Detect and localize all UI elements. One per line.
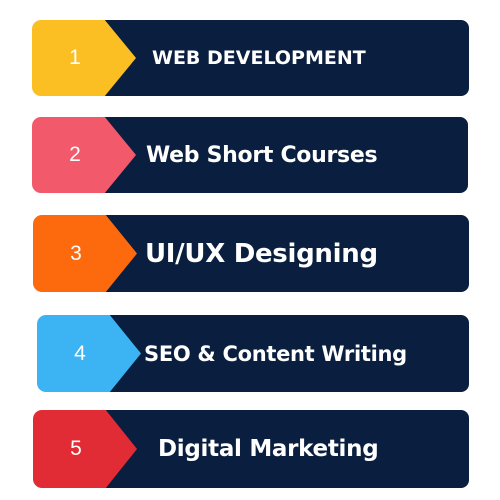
item-label: Digital Marketing — [158, 436, 379, 462]
item-label: WEB DEVELOPMENT — [152, 47, 366, 69]
item-number: 2 — [69, 143, 81, 166]
list-item-ui-ux-designing: 3 UI/UX Designing — [33, 215, 469, 292]
list-item-web-development: 1 WEB DEVELOPMENT — [32, 20, 469, 96]
item-label: UI/UX Designing — [145, 238, 378, 269]
item-number: 3 — [70, 241, 82, 265]
item-label: SEO & Content Writing — [144, 341, 407, 366]
list-item-seo-content-writing: 4 SEO & Content Writing — [37, 315, 469, 392]
item-label: Web Short Courses — [146, 142, 378, 168]
item-number: 1 — [69, 46, 81, 69]
list-item-web-short-courses: 2 Web Short Courses — [32, 117, 468, 193]
item-number: 4 — [74, 341, 86, 365]
list-item-digital-marketing: 5 Digital Marketing — [33, 410, 469, 488]
item-number: 5 — [70, 437, 82, 460]
course-list: 1 WEB DEVELOPMENT 2 Web Short Courses 3 … — [0, 0, 500, 500]
